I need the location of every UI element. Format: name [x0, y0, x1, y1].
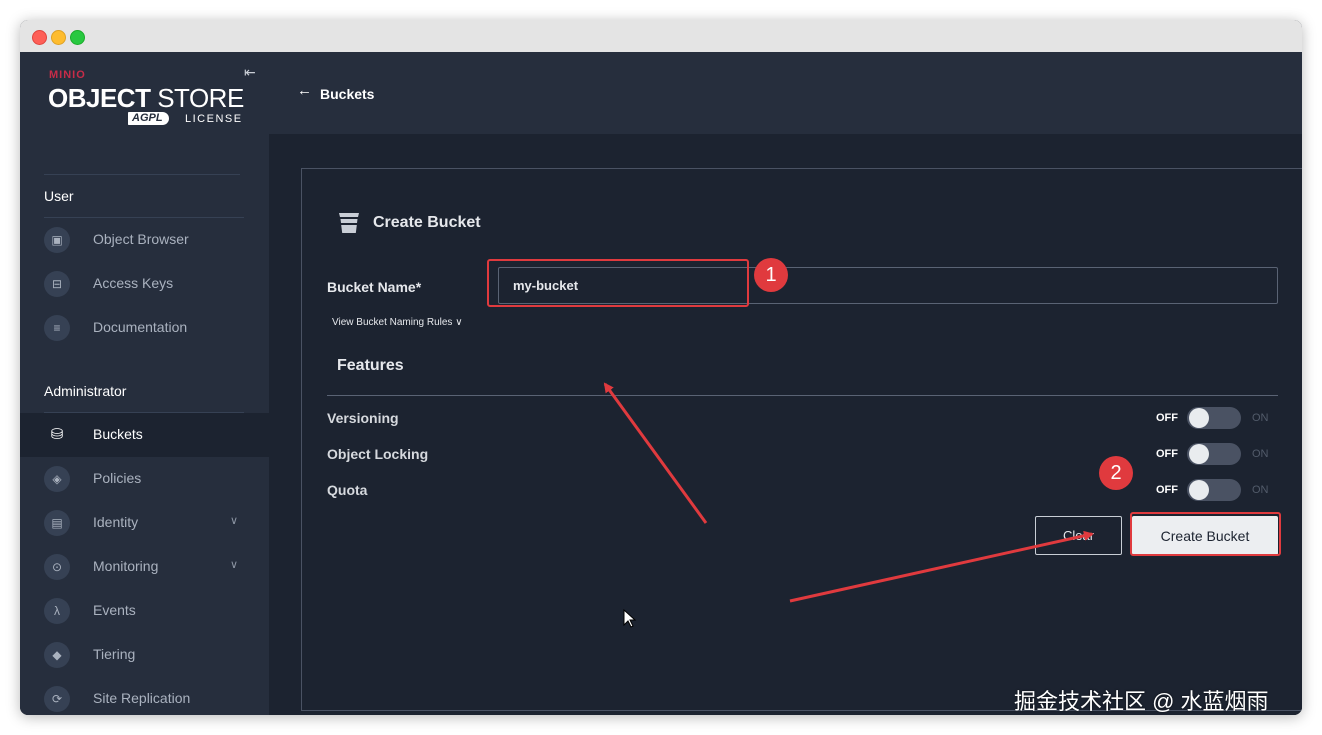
annotation-arrows: [603, 382, 1094, 603]
mouse-cursor-icon: [623, 609, 637, 628]
arrow-to-create-button: [789, 530, 1094, 603]
arrow-to-features: [603, 382, 708, 524]
watermark: 掘金技术社区 @ 水蓝烟雨: [1014, 689, 1269, 714]
